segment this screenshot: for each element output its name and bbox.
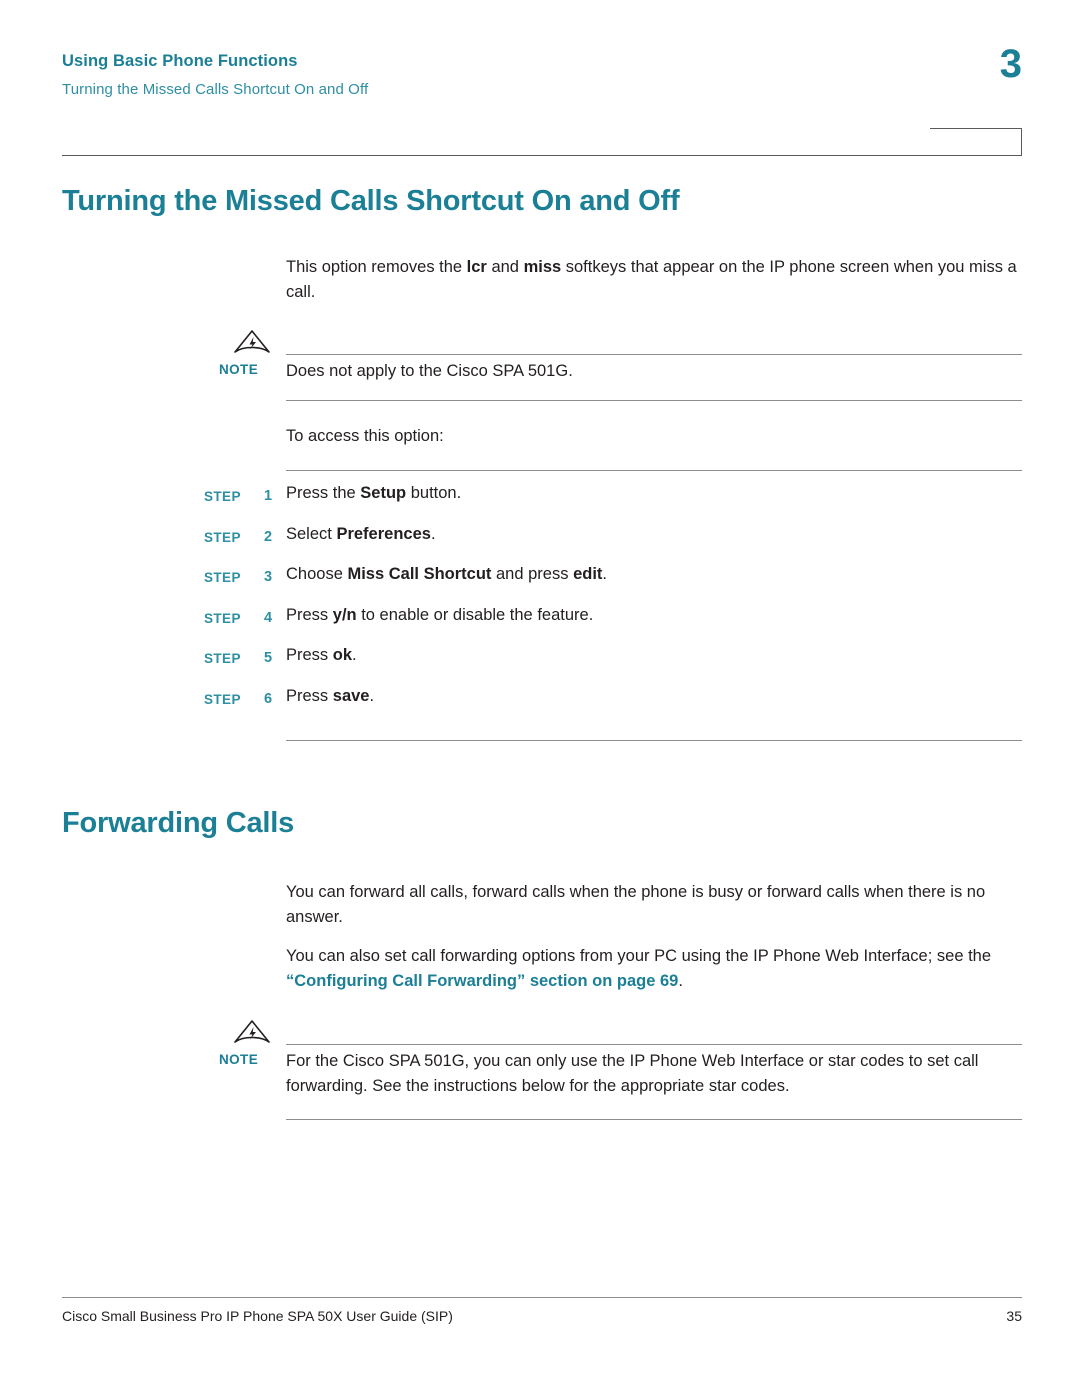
intro-text-1: This option removes the <box>286 258 467 276</box>
step-3-pre: Choose <box>286 565 348 583</box>
section-title-forwarding-calls: Forwarding Calls <box>62 807 295 839</box>
chapter-number: 3 <box>999 42 1022 86</box>
step-text-1: Press the Setup button. <box>286 484 461 503</box>
header-rule-right <box>1021 128 1022 156</box>
steps-rule-bottom <box>286 740 1022 741</box>
header-rule-main <box>62 155 1022 156</box>
step-1-post: button. <box>406 484 462 502</box>
step-3-bold2: edit <box>573 565 603 583</box>
forwarding-2-text-a: You can also set call forwarding options… <box>286 947 992 965</box>
footer-page-number: 35 <box>1006 1308 1022 1324</box>
paragraph-access: To access this option: <box>286 427 444 445</box>
step-row-2: STEP 2 Select Preferences. <box>204 519 1022 560</box>
step-text-2: Select Preferences. <box>286 525 436 544</box>
section-title-missed-calls: Turning the Missed Calls Shortcut On and… <box>62 185 680 217</box>
step-tag-6: STEP <box>204 691 241 707</box>
paragraph-forwarding-2: You can also set call forwarding options… <box>286 944 1022 994</box>
step-row-6: STEP 6 Press save. <box>204 681 1022 722</box>
step-tag-5: STEP <box>204 651 241 666</box>
note-triangle-icon <box>231 328 273 358</box>
intro-text-2: and <box>486 258 524 276</box>
note-text-1: Does not apply to the Cisco SPA 501G. <box>286 362 573 380</box>
note-label-1: NOTE <box>219 362 259 377</box>
step-5-post: . <box>352 646 357 664</box>
step-6-pre: Press <box>286 686 333 705</box>
step-4-pre: Press <box>286 605 333 624</box>
step-2-pre: Select <box>286 524 337 543</box>
step-text-5: Press ok. <box>286 646 357 665</box>
paragraph-intro: This option removes the lcr and miss sof… <box>286 255 1022 305</box>
note-triangle-icon <box>231 1018 273 1048</box>
note-rule-top-1 <box>286 354 1022 355</box>
step-4-bold: y/n <box>332 605 357 624</box>
step-row-5: STEP 5 Press ok. <box>204 640 1022 681</box>
step-5-bold: ok <box>332 646 353 664</box>
header-section-subtitle: Turning the Missed Calls Shortcut On and… <box>62 81 369 98</box>
step-row-1: STEP 1 Press the Setup button. <box>204 478 1022 519</box>
step-2-bold: Preferences <box>336 524 431 543</box>
note-rule-top-2 <box>286 1044 1022 1045</box>
step-number-6: 6 <box>264 690 273 707</box>
step-number-5: 5 <box>264 650 273 666</box>
step-number-2: 2 <box>264 528 273 545</box>
step-3-post2: . <box>602 565 607 583</box>
step-4-post: to enable or disable the feature. <box>356 605 594 624</box>
step-row-4: STEP 4 Press y/n to enable or disable th… <box>204 600 1022 641</box>
step-tag-2: STEP <box>204 529 241 545</box>
page-header: Using Basic Phone Functions Turning the … <box>62 44 1022 98</box>
steps-rule-top <box>286 470 1022 471</box>
step-number-4: 4 <box>264 609 273 626</box>
intro-softkey-miss: miss <box>523 258 562 276</box>
step-5-pre: Press <box>286 646 333 664</box>
note-text-2: For the Cisco SPA 501G, you can only use… <box>286 1052 979 1096</box>
document-page: Using Basic Phone Functions Turning the … <box>0 0 1080 1397</box>
step-tag-3: STEP <box>204 570 241 585</box>
link-configuring-call-forwarding[interactable]: “Configuring Call Forwarding” section on… <box>286 972 678 990</box>
step-row-3: STEP 3 Choose Miss Call Shortcut and pre… <box>204 559 1022 600</box>
steps-list: STEP 1 Press the Setup button. STEP 2 Se… <box>204 470 1022 741</box>
step-6-post: . <box>369 686 375 705</box>
step-number-1: 1 <box>264 488 273 504</box>
intro-softkey-lcr: lcr <box>466 258 487 276</box>
step-tag-4: STEP <box>204 610 241 626</box>
forwarding-2-text-b: . <box>678 972 683 991</box>
step-number-3: 3 <box>264 569 273 585</box>
footer-document-title: Cisco Small Business Pro IP Phone SPA 50… <box>62 1308 453 1324</box>
header-chapter-title: Using Basic Phone Functions <box>62 52 298 70</box>
step-1-pre: Press the <box>286 484 361 502</box>
step-text-4: Press y/n to enable or disable the featu… <box>286 606 593 625</box>
step-3-post: and press <box>491 565 574 583</box>
step-text-6: Press save. <box>286 687 374 706</box>
step-1-bold: Setup <box>360 484 407 502</box>
step-text-3: Choose Miss Call Shortcut and press edit… <box>286 565 607 584</box>
step-3-bold: Miss Call Shortcut <box>347 565 492 583</box>
note-rule-bottom-2 <box>286 1119 1022 1120</box>
step-6-bold: save <box>332 686 370 705</box>
footer-rule <box>62 1297 1022 1298</box>
header-rule-top <box>930 128 1022 129</box>
step-tag-1: STEP <box>204 489 241 504</box>
note-label-2: NOTE <box>219 1052 259 1067</box>
step-2-post: . <box>430 524 436 543</box>
paragraph-forwarding-1: You can forward all calls, forward calls… <box>286 883 986 927</box>
note-rule-bottom-1 <box>286 400 1022 401</box>
